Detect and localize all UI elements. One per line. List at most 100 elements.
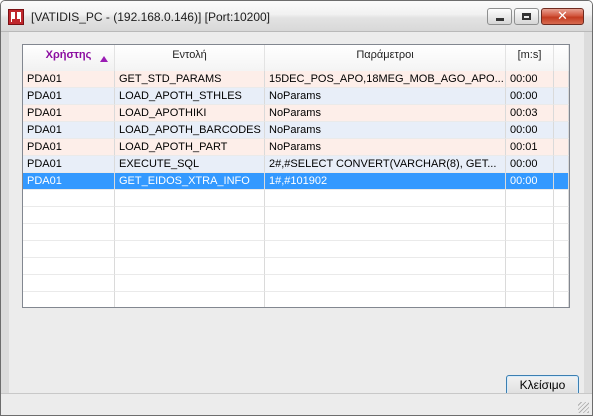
cell-command: GET_EIDOS_XTRA_INFO <box>115 173 265 190</box>
empty-cell <box>115 258 265 275</box>
empty-cell <box>506 190 554 207</box>
column-header-user-label: Χρήστης <box>45 49 92 61</box>
empty-cell <box>115 292 265 307</box>
cell-command: LOAD_APOTH_PART <box>115 139 265 156</box>
empty-cell <box>115 224 265 241</box>
empty-row[interactable] <box>23 292 569 307</box>
cell-filler <box>554 122 569 139</box>
cell-user: PDA01 <box>23 88 115 105</box>
cell-user: PDA01 <box>23 71 115 88</box>
grid-header: Χρήστης Εντολή Παράμετροι [m:s] <box>23 45 569 72</box>
content-area: Χρήστης Εντολή Παράμετροι [m:s] PDA01 GET… <box>9 32 584 396</box>
empty-cell <box>115 241 265 258</box>
column-header-time[interactable]: [m:s] <box>506 45 554 71</box>
empty-row[interactable] <box>23 258 569 275</box>
cell-filler <box>554 71 569 88</box>
empty-cell <box>23 224 115 241</box>
cell-command: GET_STD_PARAMS <box>115 71 265 88</box>
column-header-filler <box>554 45 569 71</box>
empty-cell <box>23 275 115 292</box>
empty-cell <box>506 275 554 292</box>
app-icon <box>8 9 24 25</box>
empty-cell <box>554 207 569 224</box>
table-row[interactable]: PDA01 LOAD_APOTH_STHLES NoParams 00:00 <box>23 88 569 105</box>
empty-cell <box>115 207 265 224</box>
empty-cell <box>265 275 506 292</box>
cell-params: NoParams <box>265 122 506 139</box>
column-header-command[interactable]: Εντολή <box>115 45 265 71</box>
cell-params: NoParams <box>265 139 506 156</box>
maximize-icon <box>522 13 531 20</box>
cell-user: PDA01 <box>23 105 115 122</box>
cell-command: LOAD_APOTH_BARCODES <box>115 122 265 139</box>
empty-cell <box>554 258 569 275</box>
empty-cell <box>23 241 115 258</box>
table-row[interactable]: PDA01 LOAD_APOTHIKI NoParams 00:03 <box>23 105 569 122</box>
minimize-button[interactable] <box>487 8 512 25</box>
cell-params: 1#,#101902 <box>265 173 506 190</box>
cell-command: LOAD_APOTHIKI <box>115 105 265 122</box>
empty-row[interactable] <box>23 190 569 207</box>
cell-time: 00:01 <box>506 139 554 156</box>
table-row[interactable]: PDA01 LOAD_APOTH_BARCODES NoParams 00:00 <box>23 122 569 139</box>
empty-row[interactable] <box>23 241 569 258</box>
table-row[interactable]: PDA01 GET_STD_PARAMS 15DEC_POS_APO,18MEG_M… <box>23 71 569 88</box>
cell-filler <box>554 139 569 156</box>
cell-time: 00:00 <box>506 156 554 173</box>
cell-filler <box>554 156 569 173</box>
empty-cell <box>554 275 569 292</box>
cell-command: LOAD_APOTH_STHLES <box>115 88 265 105</box>
empty-cell <box>265 258 506 275</box>
empty-cell <box>265 190 506 207</box>
column-header-params[interactable]: Παράμετροι <box>265 45 506 71</box>
commands-grid[interactable]: Χρήστης Εντολή Παράμετροι [m:s] PDA01 GET… <box>22 44 570 308</box>
table-row[interactable]: PDA01 GET_EIDOS_XTRA_INFO 1#,#101902 00:00 <box>23 173 569 190</box>
empty-cell <box>265 224 506 241</box>
empty-cell <box>23 292 115 307</box>
empty-cell <box>265 207 506 224</box>
cell-params: NoParams <box>265 105 506 122</box>
cell-time: 00:00 <box>506 122 554 139</box>
cell-command: EXECUTE_SQL <box>115 156 265 173</box>
empty-cell <box>265 292 506 307</box>
empty-cell <box>506 224 554 241</box>
empty-cell <box>506 241 554 258</box>
close-icon: ✕ <box>557 9 568 24</box>
cell-params: NoParams <box>265 88 506 105</box>
cell-user: PDA01 <box>23 173 115 190</box>
cell-user: PDA01 <box>23 156 115 173</box>
cell-user: PDA01 <box>23 122 115 139</box>
empty-row[interactable] <box>23 275 569 292</box>
empty-row[interactable] <box>23 224 569 241</box>
empty-cell <box>265 241 506 258</box>
empty-cell <box>554 190 569 207</box>
resize-grip-icon[interactable] <box>578 402 589 413</box>
cell-time: 00:00 <box>506 173 554 190</box>
empty-cell <box>506 258 554 275</box>
empty-cell <box>554 241 569 258</box>
cell-user: PDA01 <box>23 139 115 156</box>
empty-row[interactable] <box>23 207 569 224</box>
empty-cell <box>23 258 115 275</box>
minimize-icon <box>496 18 504 21</box>
cell-time: 00:00 <box>506 88 554 105</box>
maximize-button[interactable] <box>514 8 539 25</box>
status-bar <box>1 393 592 415</box>
window-title: [VATIDIS_PC - (192.168.0.146)] [Port:102… <box>31 10 271 24</box>
empty-cell <box>506 207 554 224</box>
empty-cell <box>115 190 265 207</box>
table-row[interactable]: PDA01 EXECUTE_SQL 2#,#SELECT CONVERT(VARCH… <box>23 156 569 173</box>
cell-time: 00:00 <box>506 71 554 88</box>
close-window-button[interactable]: ✕ <box>541 8 584 25</box>
table-row[interactable]: PDA01 LOAD_APOTH_PART NoParams 00:01 <box>23 139 569 156</box>
empty-cell <box>554 224 569 241</box>
title-bar[interactable]: [VATIDIS_PC - (192.168.0.146)] [Port:102… <box>1 1 592 32</box>
sort-ascending-icon <box>100 56 108 62</box>
cell-params: 15DEC_POS_APO,18MEG_MOB_AGO_APO... <box>265 71 506 88</box>
cell-params: 2#,#SELECT CONVERT(VARCHAR(8), GET... <box>265 156 506 173</box>
empty-cell <box>506 292 554 307</box>
cell-filler <box>554 105 569 122</box>
cell-filler <box>554 88 569 105</box>
cell-filler <box>554 173 569 190</box>
column-header-user[interactable]: Χρήστης <box>23 45 115 71</box>
